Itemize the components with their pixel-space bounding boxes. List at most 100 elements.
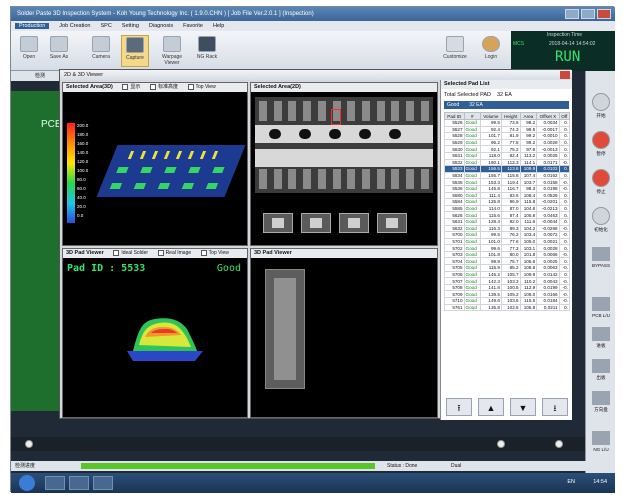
column-header[interactable]: Area bbox=[519, 112, 538, 120]
camera-button[interactable]: Camera bbox=[87, 35, 115, 67]
maximize-button[interactable] bbox=[581, 9, 595, 19]
ng-rack-button[interactable]: NG Rack bbox=[193, 35, 221, 67]
pane-header: Selected Area(3D) 显示 标准高度 Top View bbox=[63, 83, 247, 92]
menu-favorite[interactable]: Favorite bbox=[183, 23, 203, 29]
pause-button[interactable]: 暂停 bbox=[588, 131, 614, 157]
table-row[interactable]: 5580 Good 111.4 83.6 108.4 0.0529 0. bbox=[444, 191, 571, 200]
table-row[interactable]: 5526 Good 99.5 73.6 98.2 0.0034 0. bbox=[444, 119, 571, 127]
table-row[interactable]: 5626 Good 115.6 87.4 105.8 0.0463 0. bbox=[444, 211, 571, 219]
capture-button[interactable]: Capture bbox=[121, 35, 149, 67]
table-row[interactable]: 5702 Good 99.6 77.3 103.1 0.0028 0. bbox=[444, 244, 571, 252]
pcb-lu-button[interactable]: PCB L/U bbox=[588, 297, 614, 318]
thumbnail[interactable] bbox=[377, 213, 407, 233]
column-header[interactable]: Height bbox=[500, 112, 521, 120]
table-row[interactable]: 5531 Good 118.0 82.4 113.2 0.0025 0. bbox=[444, 151, 571, 160]
table-row[interactable]: 5703 Good 101.8 80.0 101.8 0.0066 -0. bbox=[444, 250, 571, 259]
table-cell: 99.2 bbox=[519, 138, 538, 147]
table-row[interactable]: 5536 Good 145.8 116.7 98.3 0.0198 -0. bbox=[444, 184, 571, 193]
thumbnail[interactable] bbox=[339, 213, 369, 233]
datetime-label: 2018-04-14 14:54:02 bbox=[549, 41, 596, 47]
prev-pad-button[interactable]: ▲ bbox=[478, 398, 504, 416]
column-header[interactable]: Volume bbox=[479, 112, 502, 120]
table-row[interactable]: 5535 Good 153.3 119.4 103.7 0.0158 -0. bbox=[444, 178, 571, 186]
taskbar-app[interactable] bbox=[45, 476, 65, 490]
table-row[interactable]: 5706 Good 145.2 105.7 109.9 0.0142 0. bbox=[444, 270, 571, 279]
table-cell: 0.0028 bbox=[536, 138, 560, 147]
table-cell: Good bbox=[463, 244, 481, 252]
thumbnail[interactable] bbox=[301, 213, 331, 233]
pane-header: 3D Pad Viewer bbox=[251, 249, 437, 258]
table-row[interactable]: 5530 Good 92.1 75.2 97.9 -0.0013 0. bbox=[444, 145, 571, 153]
table-row[interactable]: 5534 Good 155.7 115.8 107.4 0.0162 0. bbox=[444, 171, 571, 180]
good-filter[interactable]: Good 32 EA bbox=[444, 101, 569, 109]
real-image-checkbox[interactable]: Real Image bbox=[158, 250, 192, 256]
table-cell: 103.3 bbox=[500, 277, 521, 285]
top-view-checkbox[interactable]: Top View bbox=[188, 84, 216, 90]
column-header[interactable]: Off bbox=[558, 112, 571, 120]
menu-job-creation[interactable]: Job Creation bbox=[59, 23, 90, 29]
bypass-button[interactable]: BYPASS bbox=[588, 247, 614, 268]
table-cell: 99.6 bbox=[479, 244, 502, 252]
table-row[interactable]: 5529 Good 96.2 77.5 99.2 0.0028 0. bbox=[444, 138, 571, 147]
table-cell: Good bbox=[463, 217, 481, 226]
table-row[interactable]: 5701 Good 101.0 77.6 105.0 0.0021 0. bbox=[444, 237, 571, 246]
table-row[interactable]: 5708 Good 141.8 100.5 112.9 0.0199 -0. bbox=[444, 283, 571, 292]
steering-button[interactable]: 方向盘 bbox=[588, 391, 614, 413]
standard-height-checkbox[interactable]: 标准高度 bbox=[150, 84, 178, 90]
table-row[interactable]: 5527 Good 92.4 74.3 99.5 -0.0017 0. bbox=[444, 125, 571, 134]
taskbar-app[interactable] bbox=[69, 476, 89, 490]
menu-help[interactable]: Help bbox=[213, 23, 224, 29]
table-cell: 5705 bbox=[444, 264, 465, 272]
table-cell: 5526 bbox=[444, 119, 465, 127]
pane-header: 3D Pad Viewer Ideal Solder Real Image To… bbox=[63, 249, 247, 258]
table-row[interactable]: 5710 Good 149.6 103.6 115.5 0.0184 -0. bbox=[444, 297, 571, 305]
unload-board-button[interactable]: 出板 bbox=[588, 359, 614, 381]
stop-button[interactable]: 停止 bbox=[588, 169, 614, 195]
table-row[interactable]: 5533 Good 156.5 113.8 109.9 0.0103 0. bbox=[444, 165, 571, 173]
thumbnail[interactable] bbox=[263, 213, 293, 233]
table-row[interactable]: 5707 Good 142.3 103.3 110.2 0.0043 -0. bbox=[444, 277, 571, 285]
menu-diagnosis[interactable]: Diagnosis bbox=[149, 23, 173, 29]
table-row[interactable]: 5532 Good 160.1 112.3 114.1 0.0171 -0. bbox=[444, 158, 571, 167]
top-view-checkbox[interactable]: Top View bbox=[201, 250, 229, 256]
load-board-button[interactable]: 进板 bbox=[588, 327, 614, 349]
menu-setting[interactable]: Setting bbox=[122, 23, 139, 29]
save-as-button[interactable]: Save As bbox=[45, 35, 73, 67]
table-row[interactable]: 5584 Good 125.8 96.9 115.8 -0.0201 0. bbox=[444, 198, 571, 206]
warpage-viewer-button[interactable]: Warpage Viewer bbox=[155, 35, 189, 67]
taskbar-app[interactable] bbox=[93, 476, 113, 490]
show-checkbox[interactable]: 显示 bbox=[122, 84, 140, 90]
table-row[interactable]: 5528 Good 101.7 81.9 99.2 -0.0010 0. bbox=[444, 132, 571, 140]
start-button[interactable]: 开始 bbox=[588, 93, 614, 119]
menu-spc[interactable]: SPC bbox=[100, 23, 111, 29]
column-header[interactable]: Pad ID bbox=[444, 112, 465, 120]
last-pad-button[interactable]: ⭳ bbox=[542, 398, 568, 416]
open-button[interactable]: Open bbox=[15, 35, 43, 67]
menu-production[interactable]: Production bbox=[15, 23, 50, 29]
next-pad-button[interactable]: ▼ bbox=[510, 398, 536, 416]
table-cell: -0.0013 bbox=[536, 145, 560, 153]
table-row[interactable]: 5705 Good 115.9 85.2 108.8 0.0063 -0. bbox=[444, 264, 571, 272]
ng-lu-button[interactable]: NG L/U bbox=[588, 431, 614, 452]
table-row[interactable]: 5709 Good 139.5 105.2 106.0 0.0166 -0. bbox=[444, 290, 571, 299]
column-header[interactable]: # bbox=[463, 112, 481, 120]
login-button[interactable]: Login bbox=[477, 35, 505, 67]
table-row[interactable]: 5704 Good 99.9 75.7 105.6 0.0025 0. bbox=[444, 257, 571, 266]
table-cell: -0. bbox=[558, 264, 571, 272]
column-header[interactable]: Offset X bbox=[536, 112, 560, 120]
table-row[interactable]: 5585 Good 114.0 87.0 104.8 -0.0213 0. bbox=[444, 204, 571, 213]
dialog-close-button[interactable] bbox=[560, 71, 570, 79]
close-button[interactable] bbox=[597, 9, 611, 19]
ideal-solder-checkbox[interactable]: Ideal Solder bbox=[113, 250, 148, 256]
table-row[interactable]: 5761 Good 135.8 102.6 105.8 0.0211 0. bbox=[444, 303, 571, 312]
tray-language[interactable]: EN bbox=[567, 479, 575, 485]
first-pad-button[interactable]: ⭱ bbox=[446, 398, 472, 416]
minimize-button[interactable] bbox=[565, 9, 579, 19]
initialize-button[interactable]: 初始化 bbox=[588, 207, 614, 233]
table-row[interactable]: 5700 Good 99.5 76.2 103.4 0.0072 -0. bbox=[444, 231, 571, 239]
table-row[interactable]: 5632 Good 116.3 89.3 104.2 -0.0268 -0. bbox=[444, 224, 571, 233]
start-menu-button[interactable] bbox=[19, 475, 35, 491]
customize-button[interactable]: Customize bbox=[439, 35, 471, 67]
table-cell: 0.0025 bbox=[536, 257, 560, 266]
table-row[interactable]: 5631 Good 128.4 92.0 111.6 -0.0044 0. bbox=[444, 217, 571, 226]
